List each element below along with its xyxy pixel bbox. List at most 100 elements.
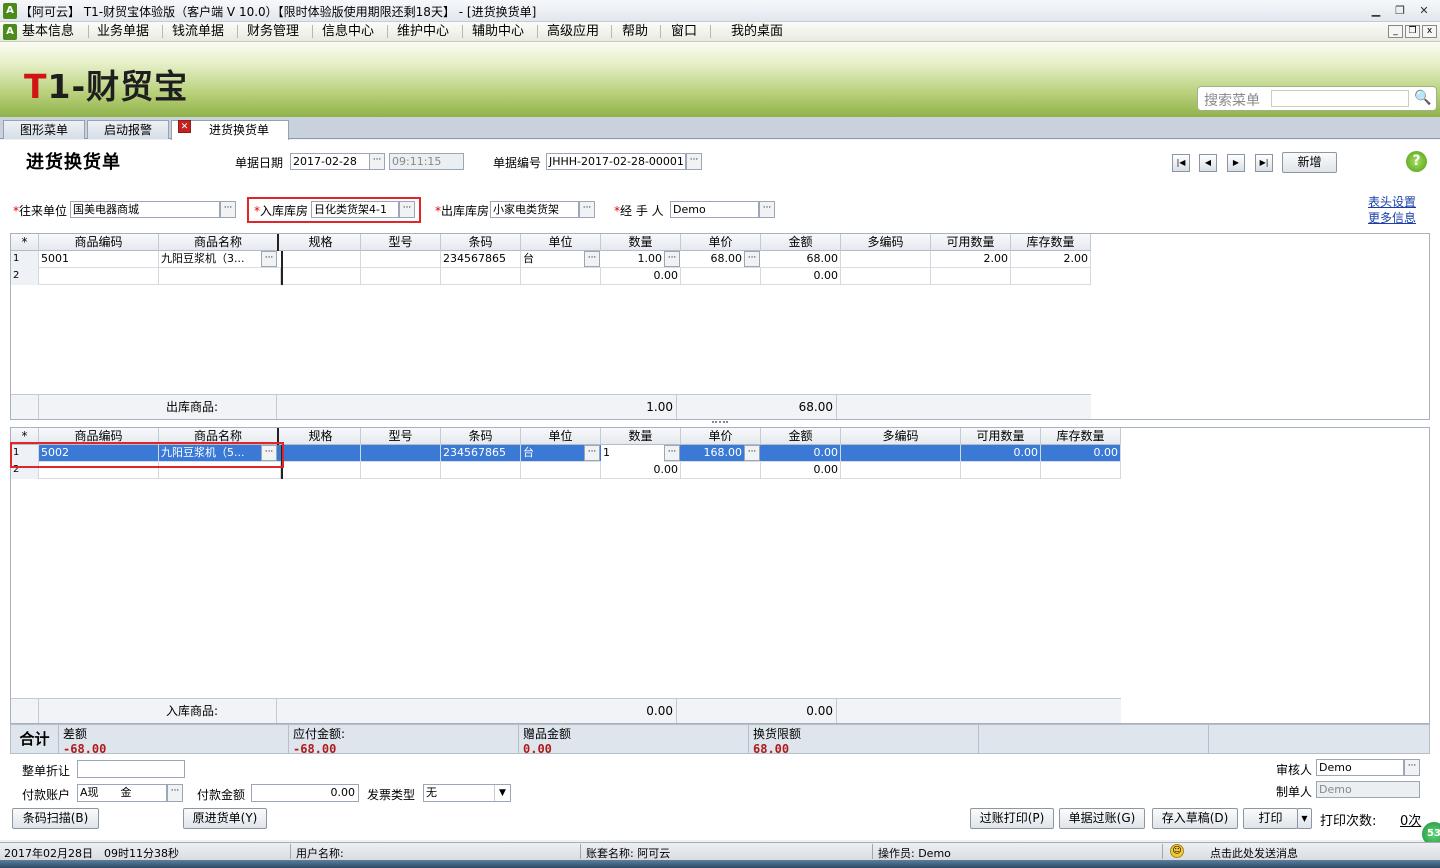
- account-picker-button[interactable]: ···: [167, 784, 183, 802]
- cell-code[interactable]: [39, 268, 159, 285]
- child-minimize-icon[interactable]: _: [1388, 25, 1403, 38]
- col-amount[interactable]: 金额: [761, 428, 841, 445]
- cell-qty[interactable]: 0.00: [601, 462, 681, 479]
- qty-picker-button[interactable]: ···: [664, 445, 680, 461]
- col-price[interactable]: 单价: [681, 234, 761, 251]
- cell-multi-code[interactable]: [841, 462, 961, 479]
- pay-amount-input[interactable]: 0.00: [251, 784, 359, 802]
- cell-spec[interactable]: [281, 268, 361, 285]
- col-spec[interactable]: 规格: [281, 428, 361, 445]
- close-icon[interactable]: ✕: [1414, 3, 1434, 19]
- new-button[interactable]: 新增: [1282, 152, 1337, 173]
- col-available[interactable]: 可用数量: [931, 234, 1011, 251]
- restore-icon[interactable]: ❐: [1390, 3, 1410, 19]
- more-info-link[interactable]: 更多信息: [1368, 209, 1416, 226]
- menu-finance[interactable]: 财务管理: [247, 23, 299, 41]
- in-warehouse-picker-button[interactable]: ···: [399, 201, 415, 218]
- smiley-icon[interactable]: ☺: [1170, 844, 1184, 858]
- search-icon[interactable]: 🔍: [1414, 90, 1432, 108]
- cell-price[interactable]: [681, 462, 761, 479]
- cell-multi-code[interactable]: [841, 445, 961, 462]
- prev-record-icon[interactable]: ◀: [1199, 154, 1217, 172]
- partner-input[interactable]: 国美电器商城: [70, 201, 220, 218]
- menu-window[interactable]: 窗口: [671, 23, 697, 41]
- cell-model[interactable]: [361, 462, 441, 479]
- cell-spec[interactable]: [281, 462, 361, 479]
- last-record-icon[interactable]: ▶|: [1255, 154, 1273, 172]
- in-warehouse-input[interactable]: 日化类货架4-1: [311, 201, 399, 218]
- col-multi-code[interactable]: 多编码: [841, 428, 961, 445]
- menu-my-desktop[interactable]: 我的桌面: [731, 23, 783, 41]
- post-print-button[interactable]: 过账打印(P): [970, 808, 1054, 829]
- child-restore-icon[interactable]: ❐: [1405, 25, 1420, 38]
- price-picker-button[interactable]: ···: [744, 251, 760, 267]
- cell-multi-code[interactable]: [841, 251, 931, 268]
- first-record-icon[interactable]: |◀: [1172, 154, 1190, 172]
- splitter-handle[interactable]: [712, 421, 728, 425]
- menu-business-docs[interactable]: 业务单据: [97, 23, 149, 41]
- doc-no-picker-button[interactable]: ···: [686, 153, 702, 170]
- col-qty[interactable]: 数量: [601, 428, 681, 445]
- cell-spec[interactable]: [281, 445, 361, 462]
- cell-code[interactable]: 5001: [39, 251, 159, 268]
- col-stock[interactable]: 库存数量: [1011, 234, 1091, 251]
- post-document-button[interactable]: 单据过账(G): [1059, 808, 1145, 829]
- reviewer-picker-button[interactable]: ···: [1404, 759, 1420, 776]
- table-row[interactable]: 1 5001 九阳豆浆机（3... ··· 234567865 台 ··· 1.…: [11, 251, 1091, 268]
- table-row[interactable]: 2 0.00 0.00: [11, 268, 1091, 285]
- menu-help[interactable]: 帮助: [622, 23, 648, 41]
- save-draft-button[interactable]: 存入草稿(D): [1152, 808, 1238, 829]
- menu-cashflow-docs[interactable]: 钱流单据: [172, 23, 224, 41]
- col-unit[interactable]: 单位: [521, 428, 601, 445]
- handler-picker-button[interactable]: ···: [759, 201, 775, 218]
- cell-barcode[interactable]: 234567865: [441, 251, 521, 268]
- search-input[interactable]: [1271, 90, 1409, 107]
- cell-model[interactable]: [361, 268, 441, 285]
- unit-picker-button[interactable]: ···: [584, 251, 600, 267]
- col-available[interactable]: 可用数量: [961, 428, 1041, 445]
- cell-spec[interactable]: [281, 251, 361, 268]
- out-warehouse-input[interactable]: 小家电类货架: [490, 201, 579, 218]
- qty-picker-button[interactable]: ···: [664, 251, 680, 267]
- cell-barcode[interactable]: [441, 268, 521, 285]
- cell-price[interactable]: [681, 268, 761, 285]
- col-barcode[interactable]: 条码: [441, 428, 521, 445]
- name-picker-button[interactable]: ···: [261, 251, 277, 267]
- col-multi-code[interactable]: 多编码: [841, 234, 931, 251]
- qty-editor-input[interactable]: 1: [601, 445, 665, 462]
- doc-no-input[interactable]: JHHH-2017-02-28-00001: [546, 153, 686, 170]
- col-code[interactable]: 商品编码: [39, 234, 159, 251]
- original-purchase-button[interactable]: 原进货单(Y): [183, 808, 267, 829]
- cell-model[interactable]: [361, 445, 441, 462]
- print-dropdown-icon[interactable]: ▼: [1297, 808, 1312, 829]
- barcode-scan-button[interactable]: 条码扫描(B): [12, 808, 99, 829]
- cell-qty[interactable]: 0.00: [601, 268, 681, 285]
- cell-name[interactable]: 九阳豆浆机（3...: [159, 251, 263, 268]
- account-input[interactable]: A现 金: [77, 784, 167, 802]
- out-warehouse-picker-button[interactable]: ···: [579, 201, 595, 218]
- discount-input[interactable]: [77, 760, 185, 778]
- cell-unit[interactable]: 台: [521, 251, 585, 268]
- cell-name[interactable]: [159, 268, 281, 285]
- col-model[interactable]: 型号: [361, 234, 441, 251]
- tab-graphic-menu[interactable]: 图形菜单: [3, 120, 85, 139]
- cell-model[interactable]: [361, 251, 441, 268]
- cell-unit[interactable]: [521, 268, 601, 285]
- menu-basic-info[interactable]: 基本信息: [22, 23, 74, 41]
- date-picker-button[interactable]: ···: [369, 153, 385, 170]
- cell-amount[interactable]: 0.00: [761, 445, 841, 462]
- cell-barcode[interactable]: [441, 462, 521, 479]
- col-model[interactable]: 型号: [361, 428, 441, 445]
- tab-close-icon[interactable]: ✕: [178, 120, 191, 133]
- cell-unit[interactable]: 台: [521, 445, 585, 462]
- print-button[interactable]: 打印: [1243, 808, 1298, 829]
- cell-amount[interactable]: 0.00: [761, 462, 841, 479]
- cell-price[interactable]: 68.00: [681, 251, 745, 268]
- col-qty[interactable]: 数量: [601, 234, 681, 251]
- header-settings-link[interactable]: 表头设置: [1368, 193, 1416, 210]
- col-barcode[interactable]: 条码: [441, 234, 521, 251]
- handler-input[interactable]: Demo: [670, 201, 759, 218]
- unit-picker-button[interactable]: ···: [584, 445, 600, 461]
- menu-maintenance[interactable]: 维护中心: [397, 23, 449, 41]
- minimize-icon[interactable]: ▁: [1366, 3, 1386, 19]
